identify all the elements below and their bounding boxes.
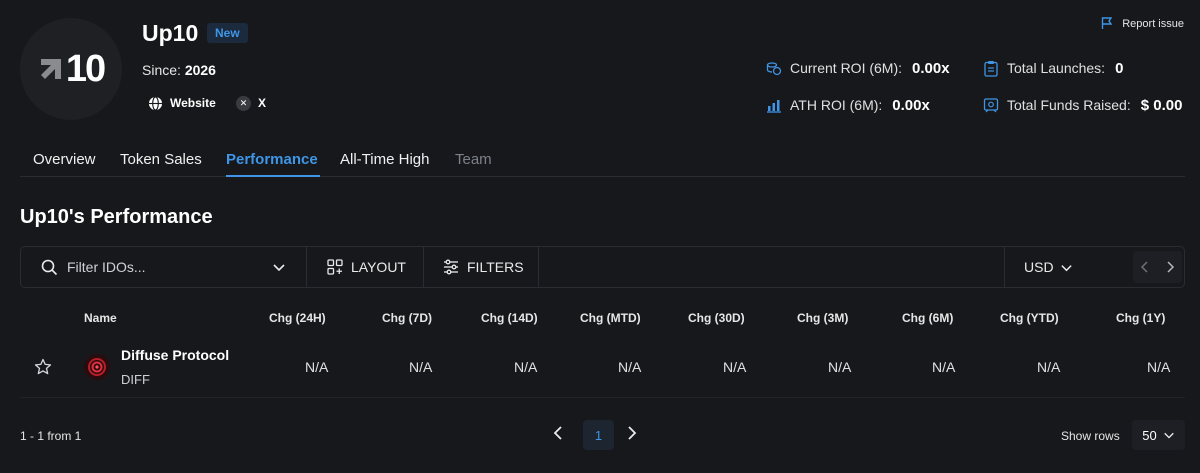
filter-idos-input[interactable]: [67, 257, 267, 277]
tab-performance[interactable]: Performance: [226, 151, 318, 168]
currency-label: USD: [1024, 259, 1054, 275]
x-link[interactable]: ✕ X: [236, 91, 266, 115]
tab-bar: Overview Token Sales Performance All-Tim…: [20, 147, 1185, 177]
tab-team[interactable]: Team: [455, 151, 492, 168]
token-name[interactable]: Diffuse Protocol: [121, 347, 229, 363]
search-dropdown-chevron-icon[interactable]: [272, 247, 286, 287]
currency-select[interactable]: USD: [1024, 247, 1073, 287]
safe-icon: [983, 98, 999, 113]
chart-bars-icon: [767, 100, 781, 113]
page-button-current[interactable]: 1: [583, 420, 614, 450]
layout-icon: [327, 259, 343, 275]
since-text: Since: 2026: [142, 62, 216, 78]
total-launches-stat: Total Launches: 0: [983, 58, 1123, 78]
table-toolbar: LAYOUT FILTERS USD: [20, 246, 1185, 288]
column-header-name[interactable]: Name: [84, 311, 117, 325]
report-issue-button[interactable]: Report issue: [1101, 17, 1184, 30]
row-divider: [20, 397, 1185, 398]
new-badge: New: [207, 23, 248, 43]
cell-chg-7d: N/A: [409, 359, 433, 375]
toolbar-divider: [1004, 247, 1005, 287]
coins-icon: [766, 62, 782, 76]
column-header-chg-14d[interactable]: Chg (14D): [481, 311, 538, 325]
chevron-down-icon: [1163, 432, 1174, 439]
layout-button[interactable]: LAYOUT: [307, 247, 426, 287]
total-funds-label: Total Funds Raised:: [1007, 97, 1131, 113]
current-roi-stat: Current ROI (6M): 0.00x: [766, 58, 950, 78]
sliders-icon: [444, 259, 458, 275]
column-header-chg-30d[interactable]: Chg (30D): [688, 311, 745, 325]
cell-chg-ytd: N/A: [1037, 359, 1061, 375]
toolbar-divider: [538, 247, 539, 287]
column-header-chg-24h[interactable]: Chg (24H): [269, 311, 326, 325]
active-tab-indicator: [226, 175, 320, 177]
total-funds-stat: Total Funds Raised: $ 0.00: [983, 95, 1182, 115]
section-title: Up10's Performance: [20, 206, 213, 228]
report-issue-label: Report issue: [1122, 17, 1184, 30]
total-launches-label: Total Launches:: [1007, 60, 1106, 76]
chevron-right-icon[interactable]: [1165, 261, 1175, 273]
ath-roi-stat: ATH ROI (6M): 0.00x: [766, 95, 930, 115]
project-logo: 10: [20, 18, 122, 120]
filters-label: FILTERS: [467, 259, 524, 275]
cell-chg-14d: N/A: [514, 359, 538, 375]
ath-roi-label: ATH ROI (6M):: [790, 97, 883, 113]
cell-chg-24h: N/A: [305, 359, 329, 375]
current-roi-value: 0.00x: [912, 59, 950, 77]
column-header-chg-6m[interactable]: Chg (6M): [902, 311, 953, 325]
rows-per-page-select[interactable]: 50: [1132, 420, 1185, 450]
diffuse-protocol-logo-icon: [88, 358, 106, 376]
cell-chg-1y: N/A: [1147, 359, 1171, 375]
column-header-chg-1y[interactable]: Chg (1Y): [1116, 311, 1165, 325]
since-value: 2026: [184, 62, 216, 78]
layout-label: LAYOUT: [351, 259, 406, 275]
column-header-chg-3m[interactable]: Chg (3M): [797, 311, 848, 325]
total-launches-value: 0: [1115, 59, 1124, 77]
cell-chg-3m: N/A: [828, 359, 852, 375]
column-header-chg-ytd[interactable]: Chg (YTD): [1000, 311, 1059, 325]
column-scroll-controls: [1133, 251, 1182, 283]
x-label: X: [258, 96, 267, 110]
total-funds-value: $ 0.00: [1140, 96, 1183, 114]
token-symbol: DIFF: [121, 372, 150, 387]
column-header-chg-7d[interactable]: Chg (7D): [382, 311, 432, 325]
clipboard-icon: [984, 60, 998, 77]
cell-chg-30d: N/A: [723, 359, 747, 375]
x-icon: ✕: [236, 95, 251, 111]
tab-all-time-high[interactable]: All-Time High: [340, 151, 429, 168]
flag-icon: [1102, 17, 1113, 29]
website-link[interactable]: Website: [148, 91, 216, 115]
cell-chg-mtd: N/A: [618, 359, 642, 375]
rows-per-page-value: 50: [1142, 427, 1157, 443]
project-name: Up10: [142, 20, 199, 46]
globe-icon: [148, 95, 163, 111]
filters-button[interactable]: FILTERS: [424, 247, 543, 287]
token-logo: [84, 354, 110, 380]
next-page-icon[interactable]: [626, 424, 638, 447]
previous-page-icon[interactable]: [552, 424, 564, 447]
current-roi-label: Current ROI (6M):: [790, 60, 903, 76]
chevron-down-icon: [1060, 264, 1072, 271]
ath-roi-value: 0.00x: [892, 96, 930, 114]
website-label: Website: [170, 96, 216, 110]
favorite-star-icon[interactable]: [34, 358, 52, 381]
column-header-chg-mtd[interactable]: Chg (MTD): [580, 311, 641, 325]
chevron-left-icon[interactable]: [1140, 261, 1150, 273]
cell-chg-6m: N/A: [932, 359, 956, 375]
tab-token-sales[interactable]: Token Sales: [120, 151, 202, 168]
show-rows-label: Show rows: [1061, 429, 1120, 443]
search-icon: [41, 247, 58, 287]
since-label: Since:: [142, 62, 181, 78]
result-count: 1 - 1 from 1: [20, 429, 82, 443]
logo-text: 10: [65, 47, 106, 90]
tab-overview[interactable]: Overview: [33, 151, 96, 168]
arrow-up-right-icon: [40, 59, 61, 79]
